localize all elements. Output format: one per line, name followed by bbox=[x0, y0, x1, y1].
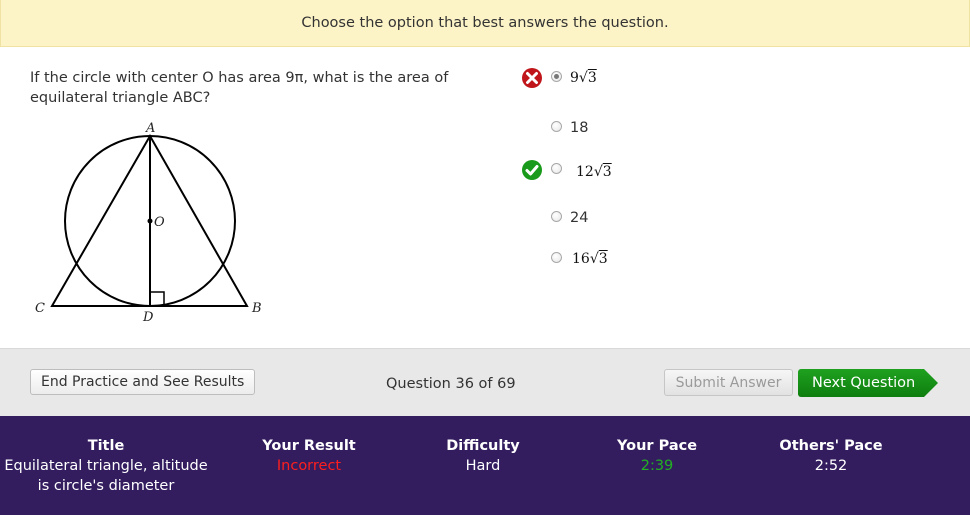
end-practice-button[interactable]: End Practice and See Results bbox=[30, 369, 256, 395]
answer-label-5: 16√3 bbox=[572, 251, 608, 267]
answer-option-4[interactable]: 24 bbox=[520, 204, 720, 232]
instruction-banner: Choose the option that best answers the … bbox=[0, 0, 970, 47]
answer-radio-4[interactable] bbox=[551, 211, 562, 222]
vertex-label-a: A bbox=[145, 121, 155, 136]
right-angle-mark bbox=[150, 291, 165, 306]
center-label-o: O bbox=[154, 215, 165, 230]
answer-radio-2[interactable] bbox=[551, 121, 562, 132]
results-stats-panel: Title Equilateral triangle, altitude is … bbox=[0, 416, 970, 515]
answer-coef-1: 9 bbox=[570, 70, 579, 86]
incorrect-x-icon bbox=[522, 68, 542, 88]
answer-radicand-3: 3 bbox=[602, 164, 612, 180]
answer-radio-3[interactable] bbox=[551, 163, 562, 174]
stat-difficulty: Difficulty Hard bbox=[412, 436, 554, 476]
answer-radicand-1: 3 bbox=[587, 70, 597, 86]
answer-coef-5: 16 bbox=[572, 251, 590, 267]
stat-result: Your Result Incorrect bbox=[228, 436, 390, 476]
stat-your-pace: Your Pace 2:39 bbox=[586, 436, 728, 476]
answer-label-2: 18 bbox=[570, 120, 589, 136]
question-text: If the circle with center O has area 9π,… bbox=[30, 70, 449, 106]
answer-option-5[interactable]: 16√3 bbox=[520, 245, 720, 273]
stat-title-line-2: is circle's diameter bbox=[37, 478, 175, 494]
question-counter: Question 36 of 69 bbox=[386, 376, 516, 392]
stat-title-line-1: Equilateral triangle, altitude bbox=[4, 458, 208, 474]
stat-title: Title Equilateral triangle, altitude is … bbox=[0, 436, 212, 496]
stat-your-pace-heading: Your Pace bbox=[616, 438, 698, 454]
geometry-figure: A B C D O bbox=[28, 116, 278, 330]
next-question-button[interactable]: Next Question bbox=[798, 369, 938, 397]
vertex-label-c: C bbox=[35, 301, 45, 316]
stat-result-heading: Your Result bbox=[262, 438, 356, 454]
answer-option-1[interactable]: 9√3 bbox=[520, 64, 720, 92]
answer-label-4: 24 bbox=[570, 210, 589, 226]
stat-title-heading: Title bbox=[87, 438, 125, 454]
answer-radio-1[interactable] bbox=[551, 71, 562, 82]
stat-difficulty-heading: Difficulty bbox=[446, 438, 520, 454]
stat-your-pace-value: 2:39 bbox=[640, 458, 674, 474]
center-point bbox=[147, 218, 153, 224]
answer-option-3[interactable]: 12√3 bbox=[520, 156, 720, 184]
stat-others-pace: Others' Pace 2:52 bbox=[756, 436, 906, 476]
stat-others-pace-heading: Others' Pace bbox=[779, 438, 883, 454]
stat-result-value: Incorrect bbox=[276, 458, 342, 474]
answer-radio-5[interactable] bbox=[551, 252, 562, 263]
answer-label-3: 12√3 bbox=[576, 164, 612, 180]
vertex-label-b: B bbox=[251, 301, 262, 316]
correct-check-icon bbox=[522, 160, 542, 180]
answer-label-1: 9√3 bbox=[570, 70, 597, 86]
stat-difficulty-value: Hard bbox=[465, 458, 501, 474]
answer-option-2[interactable]: 18 bbox=[520, 114, 720, 142]
action-bar: End Practice and See Results Question 36… bbox=[0, 348, 970, 417]
stat-others-pace-value: 2:52 bbox=[814, 458, 848, 474]
answer-radicand-5: 3 bbox=[598, 251, 608, 267]
submit-answer-button[interactable]: Submit Answer bbox=[664, 369, 793, 396]
triangle-circle-diagram: A B C D O bbox=[35, 121, 262, 325]
answer-coef-3: 12 bbox=[576, 164, 594, 180]
point-label-d: D bbox=[142, 310, 154, 325]
